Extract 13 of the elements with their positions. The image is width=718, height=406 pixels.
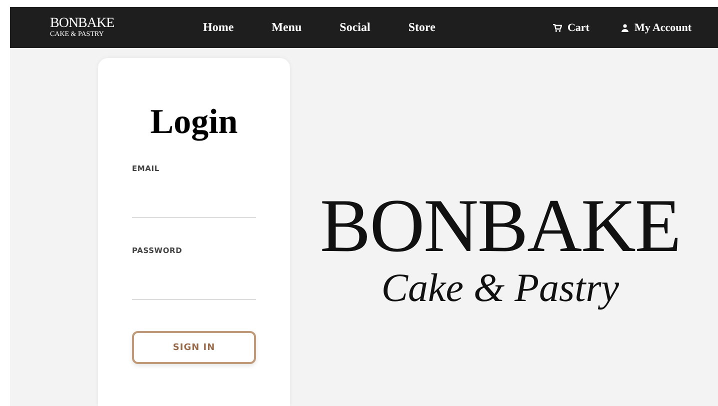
logo-name[interactable]: BONBAKE bbox=[50, 17, 130, 31]
hero-logo-tagline: Cake & Pastry bbox=[381, 264, 620, 311]
hero-logo-name: BONBAKE bbox=[320, 188, 680, 264]
cart-link[interactable]: Cart bbox=[553, 22, 590, 34]
sign-in-button[interactable]: SIGN IN bbox=[132, 331, 256, 364]
nav-link[interactable]: Home bbox=[203, 20, 234, 35]
cart-icon bbox=[553, 24, 562, 32]
nav-link[interactable]: Social bbox=[340, 20, 370, 35]
login-title: Login bbox=[149, 102, 239, 142]
account-link[interactable]: My Account bbox=[621, 22, 692, 34]
person-icon bbox=[621, 24, 630, 32]
nav-link[interactable]: Store bbox=[408, 20, 436, 35]
nav-link[interactable]: Menu bbox=[272, 20, 302, 35]
